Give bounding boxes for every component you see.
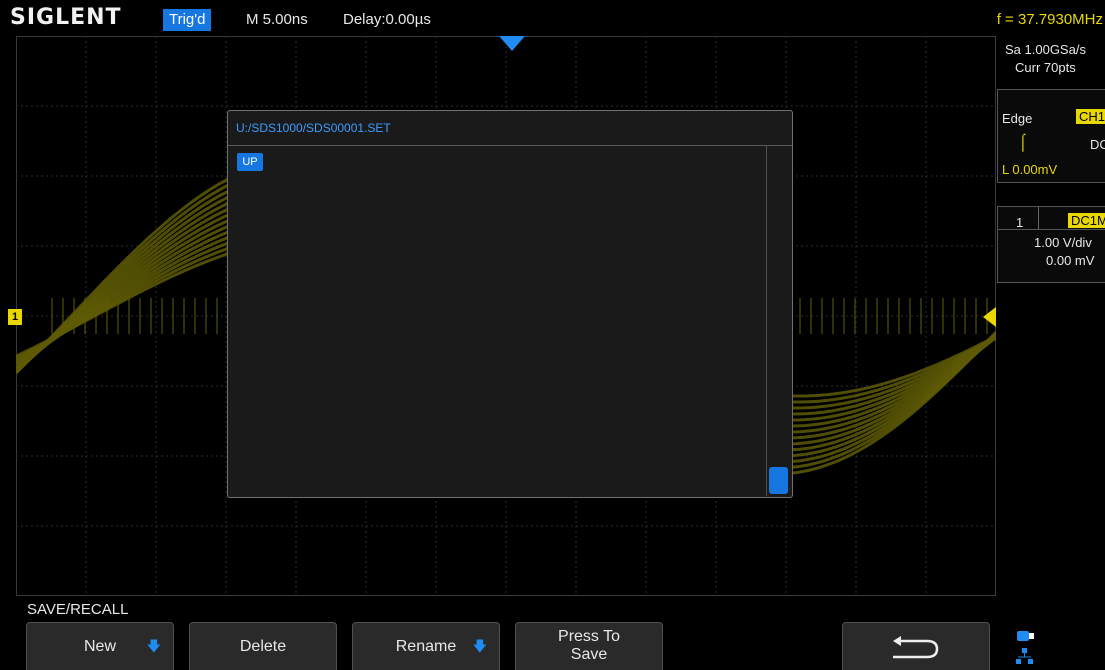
channel1-info-box[interactable]: 1 DC1M 1.00 V/div 0.00 mV [997,206,1105,283]
dialog-divider [228,145,792,146]
channel-coupling: DC1M [1068,213,1105,228]
timebase-readout: M 5.00ns [246,11,308,28]
trigger-info-box[interactable]: Edge CH1 ⌠ DC L 0.00mV [997,89,1105,183]
trigger-source: CH1 [1076,109,1105,124]
delete-label: Delete [239,638,287,655]
ch1-offset-marker: 1 [8,309,22,325]
top-status-bar: SIGLENT Trig'd M 5.00ns Delay:0.00µs f =… [0,0,1105,36]
arrow-down-icon: 🡇 [146,638,161,654]
delete-button[interactable]: Delete [189,622,337,670]
right-info-panel: Sa 1.00GSa/s Curr 70pts Edge CH1 ⌠ DC L … [997,36,1105,636]
file-browser-dialog[interactable]: U:/SDS1000/SDS00001.SET UP [227,110,793,498]
frequency-readout: f = 37.7930MHz [996,11,1103,28]
trigger-type: Edge [1002,111,1033,126]
rising-edge-icon: ⌠ [1018,134,1028,151]
arrow-down-icon: 🡇 [472,638,487,654]
usb-icon [1017,629,1035,647]
back-button[interactable] [842,622,990,670]
up-directory-button[interactable]: UP [237,153,263,171]
press-to-save-line2: Save [570,646,608,663]
volts-per-div: 1.00 V/div [1034,235,1092,250]
trigger-position-marker [499,36,525,51]
sample-rate: Sa 1.00GSa/s [1005,42,1086,57]
file-path: U:/SDS1000/SDS00001.SET [236,121,391,135]
menu-title: SAVE/RECALL [27,601,129,618]
new-button[interactable]: New 🡇 [26,622,174,670]
delay-readout: Delay:0.00µs [343,11,431,28]
trigger-coupling: DC [1090,137,1105,152]
trigger-level-marker [983,307,996,327]
return-arrow-icon [893,636,939,659]
channel-offset: 0.00 mV [1046,253,1095,268]
channel-number: 1 [1016,215,1024,230]
brand-logo: SIGLENT [10,5,122,30]
current-points: Curr 70pts [1015,60,1076,75]
trigger-status-badge: Trig'd [163,9,212,31]
scrollbar-thumb[interactable] [769,467,788,494]
press-to-save-line1: Press To [558,628,620,645]
scrollbar-track [766,146,767,496]
rename-button[interactable]: Rename 🡇 [352,622,500,670]
press-to-save-button[interactable]: Press To Save [515,622,663,670]
network-icon [1016,648,1034,670]
trigger-level: L 0.00mV [1002,162,1058,177]
